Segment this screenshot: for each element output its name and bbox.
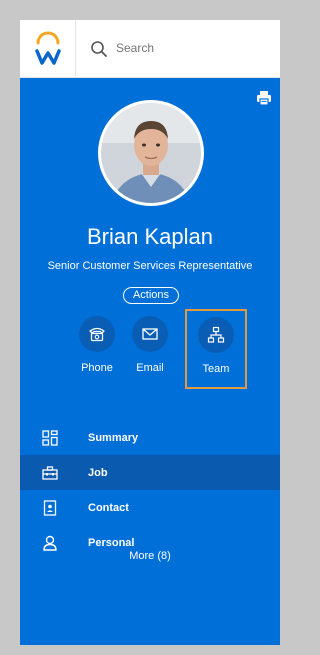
top-bar <box>20 20 280 78</box>
email-icon <box>142 328 158 340</box>
job-briefcase-icon <box>42 465 58 481</box>
search-input[interactable] <box>116 41 266 55</box>
nav-item-contact[interactable]: Contact <box>20 490 280 525</box>
print-icon[interactable] <box>256 90 272 106</box>
nav-item-summary[interactable]: Summary <box>20 420 280 455</box>
team-icon-circle[interactable] <box>198 317 234 353</box>
more-link[interactable]: More (8) <box>20 550 280 562</box>
team-icon <box>207 326 225 343</box>
app-window: Brian Kaplan Senior Customer Services Re… <box>20 20 280 645</box>
nav-item-job[interactable]: Job <box>20 455 280 490</box>
team-action[interactable]: Team <box>185 309 247 389</box>
contact-book-icon <box>42 499 58 516</box>
nav-item-label: Job <box>88 466 108 479</box>
email-icon-circle[interactable] <box>132 316 168 352</box>
search-icon[interactable] <box>90 40 108 58</box>
nav-item-label: Contact <box>88 501 129 514</box>
workday-logo[interactable] <box>20 20 76 78</box>
nav-item-label: Summary <box>88 431 139 444</box>
worker-name: Brian Kaplan <box>87 224 213 249</box>
profile-nav: Summary Job Contact Personal <box>20 420 280 560</box>
phone-icon <box>89 327 105 342</box>
worker-job-title: Senior Customer Services Representative <box>47 260 253 272</box>
person-icon <box>42 535 58 551</box>
actions-button[interactable]: Actions <box>123 287 179 304</box>
phone-icon-circle[interactable] <box>79 316 115 352</box>
email-action[interactable]: Email <box>119 316 181 392</box>
email-label: Email <box>136 362 164 374</box>
avatar <box>98 100 204 206</box>
team-label: Team <box>202 363 230 375</box>
summary-grid-icon <box>42 429 58 446</box>
nav-item-label: Personal <box>88 536 135 549</box>
profile-photo <box>101 103 201 203</box>
worker-profile-panel: Brian Kaplan Senior Customer Services Re… <box>20 78 280 645</box>
